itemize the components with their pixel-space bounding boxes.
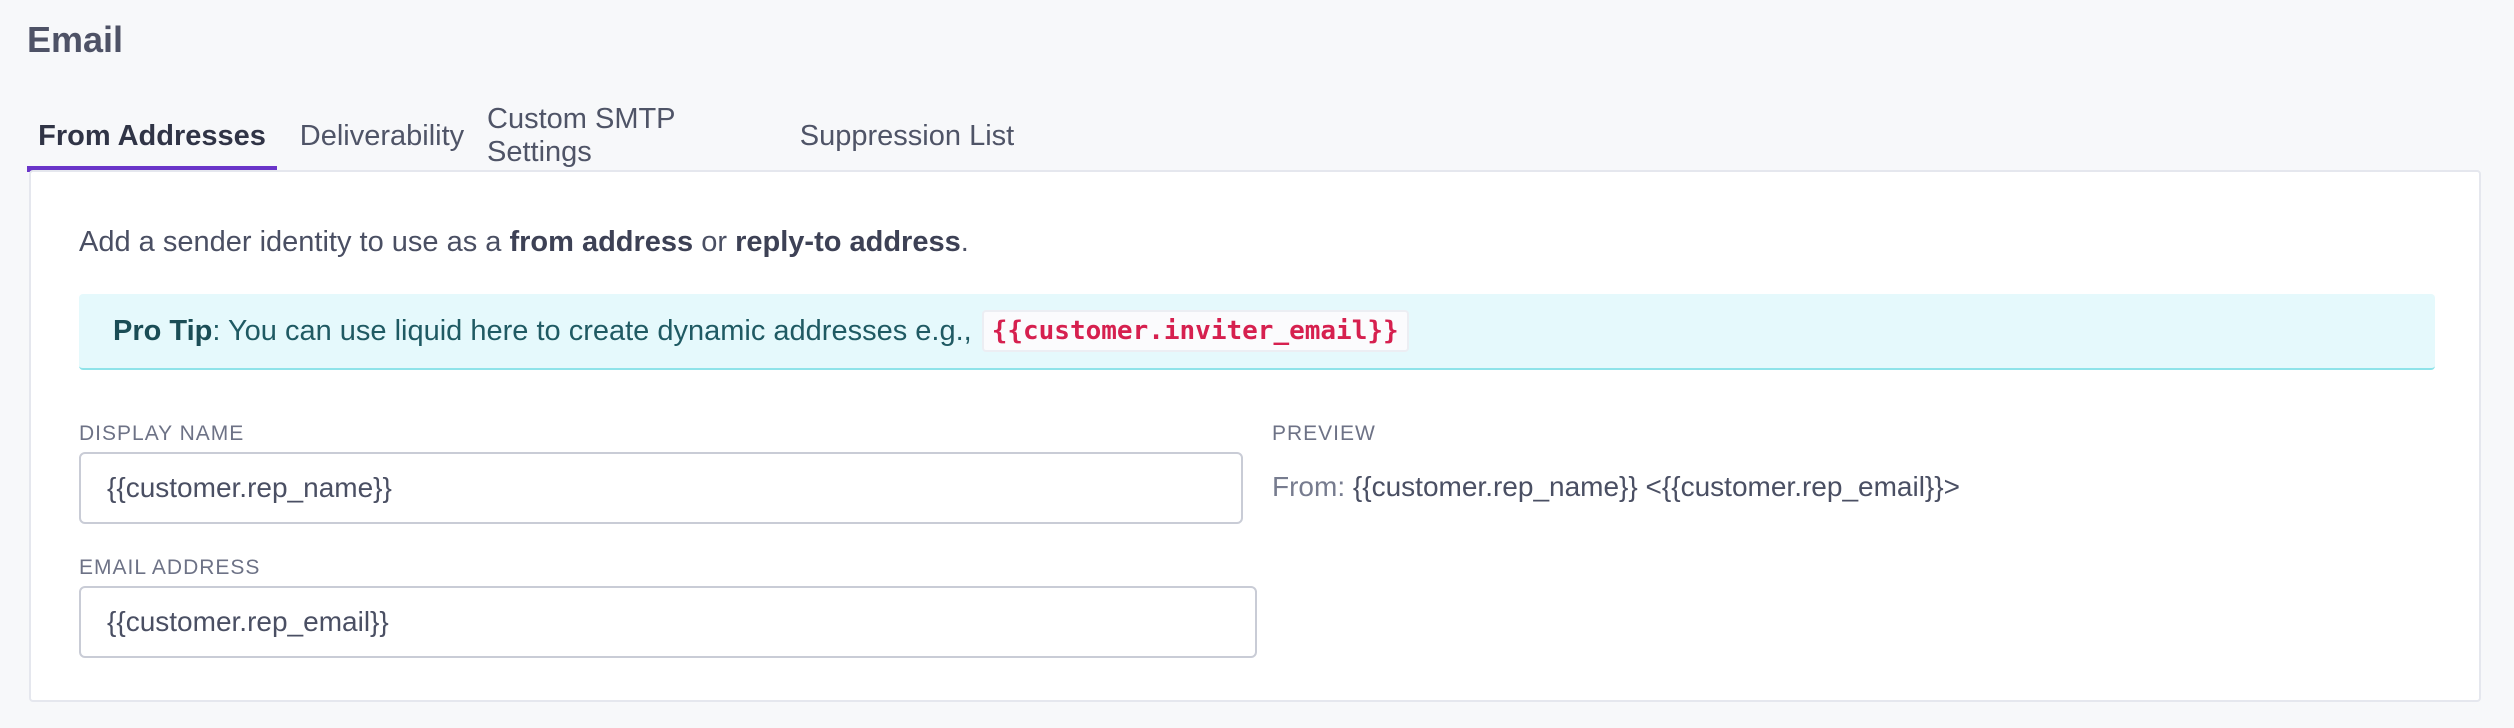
preview-prefix: From: bbox=[1272, 471, 1346, 502]
from-addresses-panel: Add a sender identity to use as a from a… bbox=[29, 170, 2481, 702]
pro-tip-callout: Pro Tip: You can use liquid here to crea… bbox=[79, 294, 2435, 370]
tab-suppression-list[interactable]: Suppression List bbox=[787, 100, 1027, 172]
intro-text-end: . bbox=[960, 226, 969, 258]
settings-tabs: From Addresses Deliverability Custom SMT… bbox=[27, 100, 1027, 172]
tab-from-addresses[interactable]: From Addresses bbox=[27, 100, 277, 172]
preview-label: PREVIEW bbox=[1272, 422, 1376, 445]
tab-deliverability[interactable]: Deliverability bbox=[277, 100, 487, 172]
intro-from-address: from address bbox=[509, 226, 694, 258]
intro-text: Add a sender identity to use as a from a… bbox=[79, 222, 969, 262]
intro-text-or: or bbox=[693, 226, 736, 258]
email-address-label: EMAIL ADDRESS bbox=[79, 556, 261, 579]
pro-tip-text: : You can use liquid here to create dyna… bbox=[212, 314, 972, 347]
preview-text: From: {{customer.rep_name}} <{{customer.… bbox=[1272, 467, 1960, 507]
display-name-input[interactable] bbox=[79, 452, 1243, 524]
page-title: Email bbox=[27, 19, 124, 60]
email-address-input[interactable] bbox=[79, 586, 1257, 658]
display-name-label: DISPLAY NAME bbox=[79, 422, 245, 445]
intro-reply-to-address: reply-to address bbox=[735, 226, 961, 258]
tab-custom-smtp-settings[interactable]: Custom SMTP Settings bbox=[487, 100, 787, 172]
intro-text-start: Add a sender identity to use as a bbox=[79, 226, 510, 258]
pro-tip-title: Pro Tip bbox=[113, 314, 213, 347]
pro-tip-code-example: {{customer.inviter_email}} bbox=[981, 310, 1409, 352]
preview-value: {{customer.rep_name}} <{{customer.rep_em… bbox=[1352, 471, 1960, 502]
